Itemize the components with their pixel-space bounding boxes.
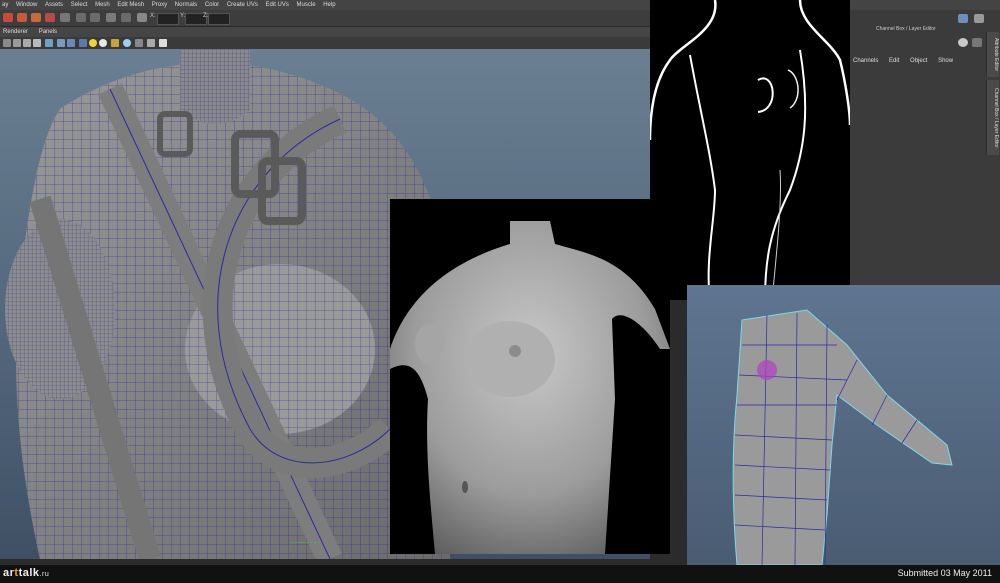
shadows-icon[interactable] xyxy=(135,39,143,47)
smooth-shade-icon[interactable] xyxy=(89,39,97,47)
image-plane-icon[interactable] xyxy=(33,39,41,47)
footer-bar: arttalk.ru Submitted 03 May 2011 xyxy=(0,565,1000,583)
menu-object[interactable]: Object xyxy=(910,58,927,64)
main-menubar: ay Window Assets Select Mesh Edit Mesh P… xyxy=(0,0,1000,10)
menu-create-uvs[interactable]: Create UVs xyxy=(227,0,258,10)
menu-normals[interactable]: Normals xyxy=(175,0,197,10)
attribute-editor-toggle-icon[interactable] xyxy=(974,14,984,23)
snap-grid-icon[interactable] xyxy=(3,13,13,22)
panel-menu-renderer[interactable]: Renderer xyxy=(3,29,28,35)
channel-box-panel: Channel Box / Layer Editor Channels Edit… xyxy=(850,10,1000,285)
wireframe-on-shaded-icon[interactable] xyxy=(99,39,107,47)
history-icon[interactable] xyxy=(60,13,70,22)
resolution-gate-icon[interactable] xyxy=(67,39,75,47)
submitted-date: Submitted 03 May 2011 xyxy=(897,568,992,578)
camera-attr-icon[interactable] xyxy=(13,39,21,47)
isolate-icon[interactable] xyxy=(147,39,155,47)
menu-proxy[interactable]: Proxy xyxy=(152,0,167,10)
svg-text:—————: ————— xyxy=(290,540,320,546)
bookmark-icon[interactable] xyxy=(23,39,31,47)
menu-edit-uvs[interactable]: Edit UVs xyxy=(266,0,289,10)
channel-box-title: Channel Box / Layer Editor xyxy=(876,26,936,32)
menu-color[interactable]: Color xyxy=(205,0,219,10)
snap-curve-icon[interactable] xyxy=(17,13,27,22)
snap-point-icon[interactable] xyxy=(31,13,41,22)
silhouette-render xyxy=(650,0,850,300)
snap-surface-icon[interactable] xyxy=(45,13,55,22)
menu-select[interactable]: Select xyxy=(71,0,88,10)
input-mode-icon[interactable] xyxy=(137,13,147,22)
menu-assets[interactable]: Assets xyxy=(45,0,63,10)
lighting-icon[interactable] xyxy=(123,39,131,47)
layer-settings-icon[interactable] xyxy=(972,38,982,47)
render-settings-icon[interactable] xyxy=(106,13,116,22)
menu-item[interactable]: ay xyxy=(2,0,8,10)
panel-menu: Renderer Panels xyxy=(0,27,650,37)
grid-icon[interactable] xyxy=(45,39,53,47)
texture-icon[interactable] xyxy=(111,39,119,47)
render-icon[interactable] xyxy=(76,13,86,22)
camera-icon[interactable] xyxy=(3,39,11,47)
menu-mesh[interactable]: Mesh xyxy=(95,0,110,10)
panel-menu-panels[interactable]: Panels xyxy=(39,29,57,35)
ipr-icon[interactable] xyxy=(90,13,100,22)
menu-window[interactable]: Window xyxy=(16,0,37,10)
menu-edit[interactable]: Edit xyxy=(889,58,899,64)
tab-channel-box[interactable]: Channel Box / Layer Editor xyxy=(986,80,999,155)
channel-box-toggle-icon[interactable] xyxy=(958,14,968,23)
wireframe-icon[interactable] xyxy=(79,39,87,47)
menu-channels[interactable]: Channels xyxy=(853,58,878,64)
logo-text-tld: .ru xyxy=(39,571,50,578)
site-logo[interactable]: arttalk.ru xyxy=(3,567,49,579)
lowpoly-wireframe-render xyxy=(687,285,1000,565)
menu-muscle[interactable]: Muscle xyxy=(297,0,316,10)
menu-help[interactable]: Help xyxy=(323,0,335,10)
panel-toolbar xyxy=(0,37,650,49)
sculpt-render-torso xyxy=(390,199,670,554)
hypershade-icon[interactable] xyxy=(121,13,131,22)
layer-options-icon[interactable] xyxy=(958,38,968,47)
tab-attribute-editor[interactable]: Attribute Editor xyxy=(986,32,999,77)
channel-box-menu: Channels Edit Object Show xyxy=(850,58,980,70)
menu-edit-mesh[interactable]: Edit Mesh xyxy=(117,0,144,10)
x-field[interactable] xyxy=(157,13,179,25)
xray-icon[interactable] xyxy=(159,39,167,47)
menu-show[interactable]: Show xyxy=(938,58,953,64)
film-gate-icon[interactable] xyxy=(57,39,65,47)
logo-text-prefix: ar xyxy=(3,567,15,579)
x-field-label: X: xyxy=(150,13,156,19)
z-field[interactable] xyxy=(208,13,230,25)
logo-text-name: talk xyxy=(18,567,40,579)
